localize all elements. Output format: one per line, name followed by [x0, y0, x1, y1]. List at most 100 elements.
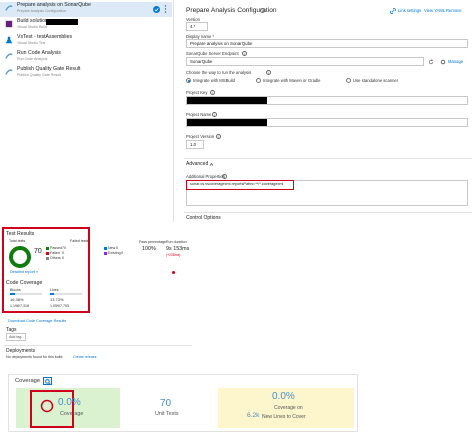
project-key-label: Project Key: [186, 90, 208, 95]
sonarqube-coverage-widget: Coverage 0.0% Coverage 70 Unit Tests 0.0…: [8, 374, 358, 432]
info-icon[interactable]: i: [212, 112, 217, 117]
pass-percentage-label: Pass percentage: [139, 240, 166, 244]
task-item-vstest[interactable]: VsTest - testAssemblies Visual Studio Te…: [0, 34, 172, 49]
legend-label: Others: [50, 256, 61, 260]
test-flask-icon: [5, 36, 13, 44]
coverage-search-button[interactable]: [43, 377, 52, 385]
project-name-label: Project Name: [186, 112, 212, 117]
control-options-toggle[interactable]: Control Options: [186, 215, 221, 221]
legend-label: Passed: [50, 246, 62, 250]
choose-label: Choose the way to run the analysis: [186, 70, 252, 75]
blocks-percentage: 16.38%: [10, 297, 24, 302]
no-deployments-text: No deployments found for this build.: [6, 355, 64, 359]
search-icon: [45, 378, 51, 385]
run-duration-delta: (+208ms): [166, 253, 181, 257]
legend-count: 0: [62, 256, 64, 260]
visual-studio-icon: [5, 20, 13, 28]
info-icon[interactable]: i: [260, 8, 265, 13]
failed-tests-label: Failed tests: [70, 239, 89, 243]
task-title: Build solution: [17, 18, 48, 24]
link-icon: [390, 8, 396, 14]
test-results-donut: [9, 246, 31, 268]
task-item-prepare-analysis[interactable]: Prepare analysis on SonarQube Prepare An…: [0, 2, 172, 17]
task-subtitle: Run Code Analysis: [17, 57, 48, 61]
new-legend-swatch: [104, 247, 107, 250]
info-icon[interactable]: i: [222, 174, 227, 179]
build-pipeline-editor: Prepare analysis on SonarQube Prepare An…: [0, 0, 474, 222]
refresh-icon[interactable]: [428, 59, 434, 65]
sonarqube-icon: [5, 53, 13, 59]
build-summary-panel: Test Results Total tests Failed tests 70…: [0, 226, 195, 370]
coverage-value: 0.0%: [58, 397, 81, 408]
detailed-report-link[interactable]: Detailed report »: [10, 270, 38, 274]
radio-label: Integrate with Maven or Gradle: [263, 78, 321, 83]
gear-icon: [440, 59, 446, 65]
task-subtitle: Visual Studio Build: [17, 25, 47, 29]
total-tests-value: 70: [34, 248, 42, 255]
task-subtitle: Prepare Analysis Configuration: [17, 9, 67, 13]
lines-bar: [50, 293, 82, 295]
total-tests-label: Total tests: [9, 239, 26, 243]
info-icon[interactable]: i: [242, 51, 247, 56]
blocks-bar-fill: [10, 293, 15, 295]
endpoint-label: SonarQube Server Endpoint: [186, 51, 239, 56]
panel-divider: [173, 0, 174, 222]
legend-label: Existing: [108, 251, 121, 255]
create-release-link[interactable]: Create release: [73, 355, 97, 359]
task-item-run-code-analysis[interactable]: Run Code Analysis Run Code Analysis: [0, 50, 172, 65]
add-tag-text: Add tag...: [9, 335, 25, 339]
more-options-icon[interactable]: [164, 5, 167, 13]
legend-label: Failed: [50, 251, 60, 255]
redaction-bar: [187, 119, 267, 126]
project-version-label: Project Version: [186, 134, 215, 139]
view-yaml-link[interactable]: View YAML: [424, 8, 445, 13]
info-icon[interactable]: i: [216, 134, 221, 139]
manage-link[interactable]: Manage: [448, 59, 463, 64]
blocks-bar: [10, 293, 42, 295]
task-title: VsTest - testAssemblies: [17, 34, 73, 40]
task-title: Run Code Analysis: [17, 50, 61, 56]
info-icon[interactable]: i: [266, 70, 271, 75]
coverage-label: Coverage: [60, 411, 84, 417]
new-lines-label: New Lines to Cover: [262, 414, 306, 420]
section-divider: [4, 345, 192, 346]
download-coverage-link[interactable]: Download Code Coverage Results: [8, 319, 66, 323]
task-item-build-solution[interactable]: Build solution Visual Studio Build: [0, 18, 172, 33]
radio-msbuild[interactable]: [186, 78, 191, 83]
chevron-up-icon: [209, 162, 214, 166]
add-tag-input[interactable]: Add tag...: [6, 333, 26, 341]
advanced-section-toggle[interactable]: Advanced: [186, 161, 208, 167]
task-config-form: Prepare Analysis Configuration i Link se…: [178, 0, 474, 222]
radio-maven[interactable]: [256, 78, 261, 83]
version-value: 4.*: [190, 24, 196, 29]
run-duration-value: 9s 153ms: [166, 246, 190, 252]
link-settings-link[interactable]: Link settings: [398, 8, 421, 13]
legend-count: 0: [116, 246, 118, 250]
lines-ratio: 1,059/7,705: [50, 304, 69, 308]
run-duration-label: Run duration: [166, 240, 187, 244]
new-coverage-value: 0.0%: [272, 391, 295, 402]
pass-percentage-value: 100%: [142, 246, 156, 252]
endpoint-select[interactable]: SonarQube: [186, 57, 424, 66]
passed-legend-swatch: [46, 247, 49, 250]
lines-bar-fill: [50, 293, 54, 295]
radio-label: Integrate with MSBuild: [193, 78, 235, 83]
task-subtitle: Visual Studio Test: [17, 41, 46, 45]
task-item-publish-quality-gate[interactable]: Publish Quality Gate Result Publish Qual…: [0, 66, 172, 81]
project-version-value: 1.0: [190, 142, 197, 147]
remove-link[interactable]: Remove: [446, 8, 462, 13]
info-icon[interactable]: i: [210, 90, 215, 95]
existing-legend-swatch: [104, 252, 107, 255]
display-name-value: Prepare analysis on SonarQube: [190, 41, 253, 46]
legend-label: New: [108, 246, 116, 250]
trend-dot: [172, 271, 175, 274]
task-subtitle: Publish Quality Gate Result: [17, 73, 61, 77]
version-select[interactable]: 4.*: [186, 22, 208, 31]
test-results-title: Test Results: [6, 231, 35, 237]
others-legend-swatch: [46, 257, 49, 260]
section-divider: [184, 158, 472, 159]
project-version-input[interactable]: 1.0: [186, 140, 204, 149]
unit-tests-value: 70: [160, 398, 172, 409]
display-name-input[interactable]: Prepare analysis on SonarQube: [186, 39, 468, 48]
radio-standalone[interactable]: [346, 78, 351, 83]
